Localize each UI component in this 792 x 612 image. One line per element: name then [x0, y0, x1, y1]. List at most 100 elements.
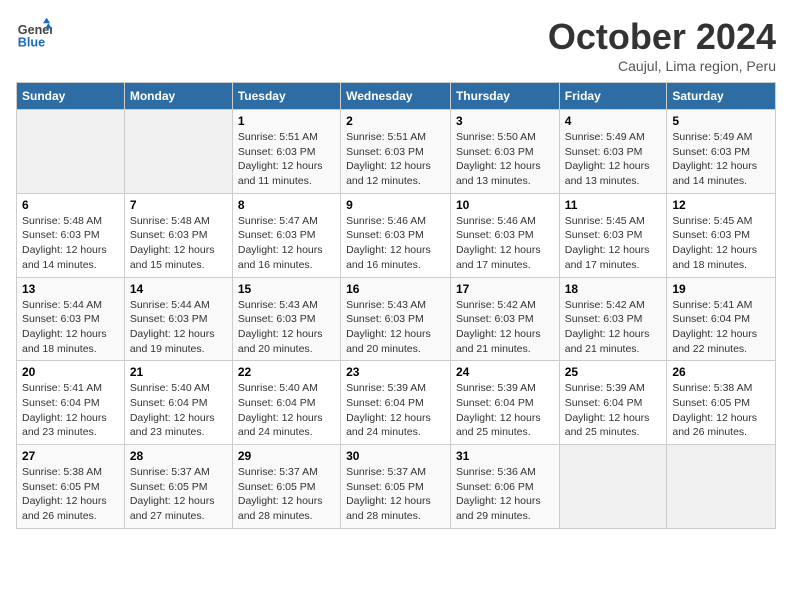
calendar-cell: 16Sunrise: 5:43 AMSunset: 6:03 PMDayligh…: [341, 277, 451, 361]
calendar-cell: 4 Sunrise: 5:49 AMSunset: 6:03 PMDaylight…: [559, 110, 667, 194]
day-number: 11: [565, 198, 662, 212]
calendar-cell: [17, 110, 125, 194]
calendar-header-row: SundayMondayTuesdayWednesdayThursdayFrid…: [17, 83, 776, 110]
header-thursday: Thursday: [450, 83, 559, 110]
day-info: Sunrise: 5:40 AMSunset: 6:04 PMDaylight:…: [238, 381, 335, 440]
day-info: Sunrise: 5:37 AMSunset: 6:05 PMDaylight:…: [130, 465, 227, 524]
day-number: 3: [456, 114, 554, 128]
day-number: 6: [22, 198, 119, 212]
calendar-cell: 22 Sunrise: 5:40 AMSunset: 6:04 PMDayligh…: [232, 361, 340, 445]
header-sunday: Sunday: [17, 83, 125, 110]
day-info: Sunrise: 5:36 AMSunset: 6:06 PMDaylight:…: [456, 465, 554, 524]
title-block: October 2024 Caujul, Lima region, Peru: [548, 16, 776, 74]
day-info: Sunrise: 5:41 AMSunset: 6:04 PMDaylight:…: [22, 381, 119, 440]
calendar-cell: 11Sunrise: 5:45 AMSunset: 6:03 PMDayligh…: [559, 193, 667, 277]
calendar-cell: 19 Sunrise: 5:41 AMSunset: 6:04 PMDayligh…: [667, 277, 776, 361]
logo: General Blue: [16, 16, 56, 52]
day-info: Sunrise: 5:48 AMSunset: 6:03 PMDaylight:…: [22, 214, 119, 273]
calendar-cell: 28 Sunrise: 5:37 AMSunset: 6:05 PMDayligh…: [124, 445, 232, 529]
day-number: 14: [130, 282, 227, 296]
day-number: 21: [130, 365, 227, 379]
calendar-cell: 13Sunrise: 5:44 AMSunset: 6:03 PMDayligh…: [17, 277, 125, 361]
day-number: 19: [672, 282, 770, 296]
day-info: Sunrise: 5:49 AMSunset: 6:03 PMDaylight:…: [672, 130, 770, 189]
month-title: October 2024: [548, 16, 776, 58]
day-number: 9: [346, 198, 445, 212]
day-number: 18: [565, 282, 662, 296]
day-info: Sunrise: 5:47 AMSunset: 6:03 PMDaylight:…: [238, 214, 335, 273]
day-info: Sunrise: 5:51 AMSunset: 6:03 PMDaylight:…: [346, 130, 445, 189]
calendar-cell: [667, 445, 776, 529]
day-info: Sunrise: 5:44 AMSunset: 6:03 PMDaylight:…: [130, 298, 227, 357]
day-info: Sunrise: 5:41 AMSunset: 6:04 PMDaylight:…: [672, 298, 770, 357]
header-tuesday: Tuesday: [232, 83, 340, 110]
week-row-5: 27Sunrise: 5:38 AMSunset: 6:05 PMDayligh…: [17, 445, 776, 529]
day-info: Sunrise: 5:51 AMSunset: 6:03 PMDaylight:…: [238, 130, 335, 189]
header-wednesday: Wednesday: [341, 83, 451, 110]
location-subtitle: Caujul, Lima region, Peru: [548, 58, 776, 74]
week-row-1: 1 Sunrise: 5:51 AMSunset: 6:03 PMDaylight…: [17, 110, 776, 194]
day-info: Sunrise: 5:44 AMSunset: 6:03 PMDaylight:…: [22, 298, 119, 357]
day-number: 28: [130, 449, 227, 463]
day-number: 23: [346, 365, 445, 379]
week-row-3: 13Sunrise: 5:44 AMSunset: 6:03 PMDayligh…: [17, 277, 776, 361]
page-header: General Blue October 2024 Caujul, Lima r…: [16, 16, 776, 74]
day-number: 31: [456, 449, 554, 463]
calendar-cell: 17Sunrise: 5:42 AMSunset: 6:03 PMDayligh…: [450, 277, 559, 361]
calendar-table: SundayMondayTuesdayWednesdayThursdayFrid…: [16, 82, 776, 529]
day-info: Sunrise: 5:40 AMSunset: 6:04 PMDaylight:…: [130, 381, 227, 440]
day-number: 25: [565, 365, 662, 379]
day-info: Sunrise: 5:42 AMSunset: 6:03 PMDaylight:…: [565, 298, 662, 357]
day-info: Sunrise: 5:45 AMSunset: 6:03 PMDaylight:…: [672, 214, 770, 273]
calendar-cell: 31 Sunrise: 5:36 AMSunset: 6:06 PMDayligh…: [450, 445, 559, 529]
day-info: Sunrise: 5:39 AMSunset: 6:04 PMDaylight:…: [456, 381, 554, 440]
day-number: 24: [456, 365, 554, 379]
calendar-cell: 29Sunrise: 5:37 AMSunset: 6:05 PMDayligh…: [232, 445, 340, 529]
calendar-cell: 26 Sunrise: 5:38 AMSunset: 6:05 PMDayligh…: [667, 361, 776, 445]
calendar-cell: 15Sunrise: 5:43 AMSunset: 6:03 PMDayligh…: [232, 277, 340, 361]
day-number: 15: [238, 282, 335, 296]
calendar-cell: [559, 445, 667, 529]
calendar-cell: 5Sunrise: 5:49 AMSunset: 6:03 PMDaylight…: [667, 110, 776, 194]
day-number: 10: [456, 198, 554, 212]
day-info: Sunrise: 5:48 AMSunset: 6:03 PMDaylight:…: [130, 214, 227, 273]
header-friday: Friday: [559, 83, 667, 110]
calendar-cell: 20 Sunrise: 5:41 AMSunset: 6:04 PMDayligh…: [17, 361, 125, 445]
day-info: Sunrise: 5:49 AMSunset: 6:03 PMDaylight:…: [565, 130, 662, 189]
day-number: 26: [672, 365, 770, 379]
calendar-cell: [124, 110, 232, 194]
day-number: 2: [346, 114, 445, 128]
calendar-cell: 21 Sunrise: 5:40 AMSunset: 6:04 PMDayligh…: [124, 361, 232, 445]
calendar-cell: 18 Sunrise: 5:42 AMSunset: 6:03 PMDayligh…: [559, 277, 667, 361]
day-info: Sunrise: 5:37 AMSunset: 6:05 PMDaylight:…: [346, 465, 445, 524]
calendar-cell: 3 Sunrise: 5:50 AMSunset: 6:03 PMDaylight…: [450, 110, 559, 194]
calendar-cell: 27Sunrise: 5:38 AMSunset: 6:05 PMDayligh…: [17, 445, 125, 529]
calendar-cell: 8 Sunrise: 5:47 AMSunset: 6:03 PMDaylight…: [232, 193, 340, 277]
day-info: Sunrise: 5:38 AMSunset: 6:05 PMDaylight:…: [672, 381, 770, 440]
calendar-cell: 23 Sunrise: 5:39 AMSunset: 6:04 PMDayligh…: [341, 361, 451, 445]
day-info: Sunrise: 5:39 AMSunset: 6:04 PMDaylight:…: [565, 381, 662, 440]
calendar-cell: 10 Sunrise: 5:46 AMSunset: 6:03 PMDayligh…: [450, 193, 559, 277]
week-row-4: 20 Sunrise: 5:41 AMSunset: 6:04 PMDayligh…: [17, 361, 776, 445]
day-info: Sunrise: 5:50 AMSunset: 6:03 PMDaylight:…: [456, 130, 554, 189]
calendar-cell: 9Sunrise: 5:46 AMSunset: 6:03 PMDaylight…: [341, 193, 451, 277]
day-number: 20: [22, 365, 119, 379]
day-number: 12: [672, 198, 770, 212]
day-info: Sunrise: 5:39 AMSunset: 6:04 PMDaylight:…: [346, 381, 445, 440]
week-row-2: 6 Sunrise: 5:48 AMSunset: 6:03 PMDaylight…: [17, 193, 776, 277]
header-monday: Monday: [124, 83, 232, 110]
calendar-cell: 24 Sunrise: 5:39 AMSunset: 6:04 PMDayligh…: [450, 361, 559, 445]
day-info: Sunrise: 5:46 AMSunset: 6:03 PMDaylight:…: [456, 214, 554, 273]
day-number: 30: [346, 449, 445, 463]
day-info: Sunrise: 5:38 AMSunset: 6:05 PMDaylight:…: [22, 465, 119, 524]
day-number: 16: [346, 282, 445, 296]
day-number: 29: [238, 449, 335, 463]
calendar-cell: 12 Sunrise: 5:45 AMSunset: 6:03 PMDayligh…: [667, 193, 776, 277]
calendar-cell: 7 Sunrise: 5:48 AMSunset: 6:03 PMDaylight…: [124, 193, 232, 277]
day-number: 4: [565, 114, 662, 128]
day-number: 1: [238, 114, 335, 128]
day-number: 7: [130, 198, 227, 212]
day-number: 22: [238, 365, 335, 379]
day-info: Sunrise: 5:42 AMSunset: 6:03 PMDaylight:…: [456, 298, 554, 357]
day-number: 8: [238, 198, 335, 212]
